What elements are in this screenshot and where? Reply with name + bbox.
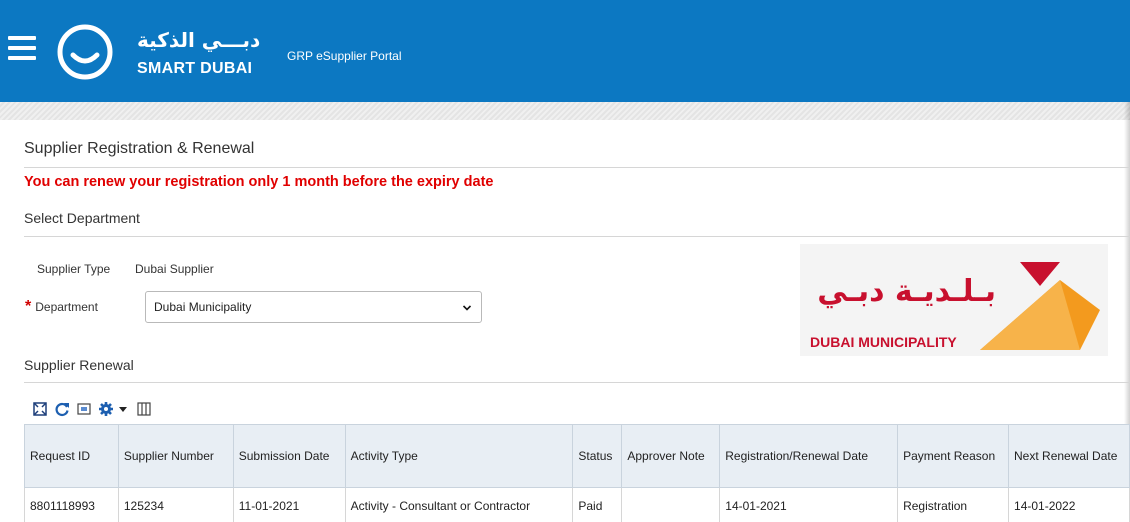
divider [24,236,1130,237]
table-row[interactable]: 8801118993 125234 11-01-2021 Activity - … [24,487,1130,522]
divider [24,382,1130,383]
column-header-request-id[interactable]: Request ID [24,424,119,488]
department-label: Department [35,300,98,314]
smart-dubai-logo-icon [57,24,113,80]
renewal-warning-message: You can renew your registration only 1 m… [24,174,494,190]
cell-approver-note [621,487,721,522]
supplier-renewal-heading: Supplier Renewal [24,357,134,373]
logo-arabic-text: دبـــي الذكية [137,28,261,52]
cell-next-renewal-date: 14-01-2022 [1008,487,1130,522]
hamburger-menu-icon[interactable] [8,36,36,62]
cell-submission-date: 11-01-2021 [232,487,346,522]
select-department-heading: Select Department [24,210,140,226]
cell-registration-renewal-date: 14-01-2021 [719,487,899,522]
column-header-submission-date[interactable]: Submission Date [232,424,346,488]
cell-activity-type: Activity - Consultant or Contractor [344,487,574,522]
department-select-value: Dubai Municipality [154,300,252,314]
supplier-type-label: Supplier Type [37,262,111,276]
department-label-wrapper: * Department [25,298,98,316]
column-header-next-renewal-date[interactable]: Next Renewal Date [1008,424,1130,488]
portal-title: GRP eSupplier Portal [287,49,402,63]
cell-request-id: 8801118993 [24,487,119,522]
column-header-status[interactable]: Status [572,424,623,488]
header-stripe-divider [0,102,1130,120]
column-header-supplier-number[interactable]: Supplier Number [117,424,234,488]
page-title: Supplier Registration & Renewal [24,140,255,157]
table-header-row: Request ID Supplier Number Submission Da… [24,424,1130,488]
column-header-activity-type[interactable]: Activity Type [344,424,574,488]
required-asterisk-icon: * [25,298,32,315]
cell-supplier-number: 125234 [117,487,234,522]
divider [24,167,1130,168]
supplier-renewal-table: Request ID Supplier Number Submission Da… [24,424,1130,522]
column-header-registration-renewal-date[interactable]: Registration/Renewal Date [719,424,899,488]
dm-logo-english-text: DUBAI MUNICIPALITY [810,334,957,350]
chevron-down-icon [463,305,471,311]
columns-icon[interactable] [136,401,152,417]
refresh-icon[interactable] [54,401,70,417]
department-select[interactable]: Dubai Municipality [145,291,482,323]
cell-payment-reason: Registration [897,487,1010,522]
cell-status: Paid [572,487,623,522]
column-header-payment-reason[interactable]: Payment Reason [897,424,1010,488]
column-header-approver-note[interactable]: Approver Note [621,424,721,488]
detach-icon[interactable] [32,401,48,417]
logo-english-text: SMART DUBAI [137,60,253,77]
dm-logo-mark-icon [980,262,1100,350]
settings-icon[interactable] [98,401,114,417]
dubai-municipality-logo: بـلـديـة دبـي DUBAI MUNICIPALITY [800,244,1108,356]
dropdown-arrow-icon[interactable] [118,401,128,417]
freeze-icon[interactable] [76,401,92,417]
supplier-type-value: Dubai Supplier [135,262,214,276]
top-header-bar: دبـــي الذكية SMART DUBAI GRP eSupplier … [0,0,1130,102]
